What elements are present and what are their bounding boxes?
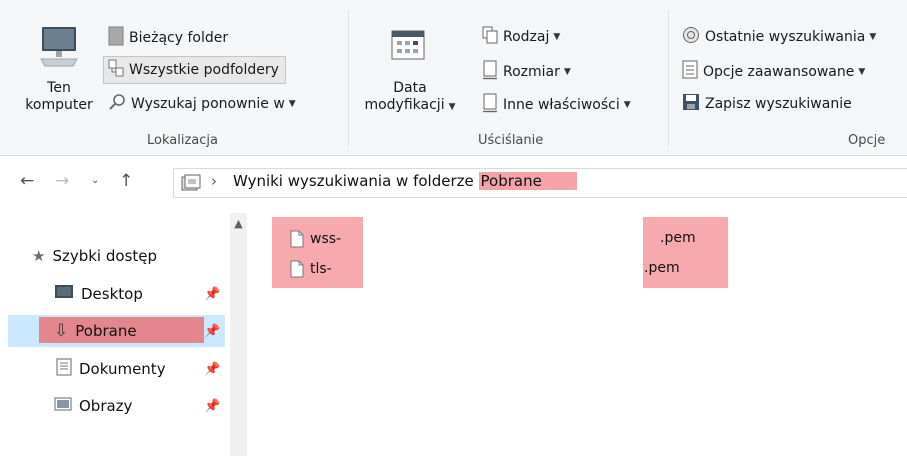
- forward-arrow-icon[interactable]: →: [55, 171, 69, 191]
- nav-item-dokumenty[interactable]: Dokumenty 📌: [0, 353, 230, 385]
- rozmiar-button[interactable]: Rozmiar ▼: [482, 60, 571, 84]
- breadcrumb[interactable]: Wyniki wyszukiwania w folderze Pobrane: [233, 172, 577, 190]
- computer-icon[interactable]: [39, 25, 79, 69]
- properties-icon: [482, 93, 498, 117]
- breadcrumb-folder[interactable]: Pobrane: [478, 172, 577, 190]
- group-label-uscislanie: Uściślanie: [478, 133, 544, 148]
- save-icon: [682, 93, 700, 115]
- advanced-options-icon: [682, 60, 698, 84]
- list-item[interactable]: tls-: [290, 260, 332, 278]
- search-results-icon: [181, 174, 203, 192]
- file-name: tls-: [310, 261, 332, 277]
- star-icon: ★: [32, 247, 46, 265]
- ostatnie-wyszukiwania-label: Ostatnie wyszukiwania: [705, 29, 866, 45]
- dropdown-arrow-icon: ▼: [858, 67, 866, 77]
- zapisz-wyszukiwanie-label: Zapisz wyszukiwanie: [705, 96, 852, 112]
- file-icon: [290, 260, 304, 278]
- pin-icon[interactable]: 📌: [204, 399, 220, 414]
- download-icon: ⇩: [54, 321, 69, 341]
- file-ext: .pem: [660, 230, 696, 246]
- group-label-lokalizacja: Lokalizacja: [147, 133, 218, 148]
- subfolders-icon: [108, 59, 124, 81]
- rodzaj-button[interactable]: Rodzaj ▼: [482, 26, 560, 48]
- nav-quick-access[interactable]: ★ Szybki dostęp: [0, 240, 230, 272]
- biezacy-folder-label: Bieżący folder: [129, 30, 229, 46]
- rozmiar-label: Rozmiar: [503, 64, 560, 80]
- nav-item-pobrane-label: Pobrane: [75, 322, 137, 340]
- dropdown-arrow-icon: ▼: [448, 102, 456, 112]
- ten-komputer-line1: Ten: [47, 80, 71, 96]
- dropdown-arrow-icon: ▼: [553, 32, 561, 42]
- nav-quick-access-label: Szybki dostęp: [52, 247, 158, 265]
- pin-icon[interactable]: 📌: [204, 362, 220, 377]
- zapisz-wyszukiwanie-button[interactable]: Zapisz wyszukiwanie: [682, 93, 852, 115]
- nav-item-desktop-label: Desktop: [81, 285, 143, 303]
- calendar-icon[interactable]: [391, 28, 425, 62]
- ostatnie-wyszukiwania-button[interactable]: Ostatnie wyszukiwania ▼: [682, 26, 876, 48]
- opcje-zaawansowane-label: Opcje zaawansowane: [703, 64, 855, 80]
- recent-locations-icon[interactable]: ⌄: [91, 171, 99, 191]
- desktop-icon: [54, 284, 74, 304]
- nav-item-dokumenty-label: Dokumenty: [79, 360, 166, 378]
- dropdown-arrow-icon: ▼: [623, 100, 631, 110]
- nav-item-pobrane[interactable]: ⇩ Pobrane 📌: [8, 315, 225, 347]
- nav-item-obrazy[interactable]: Obrazy 📌: [0, 390, 230, 422]
- wszystkie-podfoldery-label: Wszystkie podfoldery: [129, 62, 279, 78]
- wyszukaj-ponownie-label: Wyszukaj ponownie w: [131, 96, 285, 112]
- inne-wlasciwosci-button[interactable]: Inne właściwości ▼: [482, 93, 631, 117]
- group-label-opcje: Opcje: [848, 133, 886, 148]
- scroll-up-arrow-icon[interactable]: ▲: [230, 216, 247, 232]
- folder-page-icon: [108, 26, 124, 50]
- up-arrow-icon[interactable]: ↑: [119, 171, 133, 191]
- kind-icon: [482, 26, 498, 48]
- search-again-icon: [108, 93, 126, 115]
- wszystkie-podfoldery-button[interactable]: Wszystkie podfoldery: [103, 56, 286, 84]
- recent-searches-icon: [682, 26, 700, 48]
- nav-item-desktop[interactable]: Desktop 📌: [0, 278, 230, 310]
- pictures-icon: [54, 396, 72, 416]
- opcje-zaawansowane-button[interactable]: Opcje zaawansowane ▼: [682, 60, 865, 84]
- breadcrumb-text: Wyniki wyszukiwania w folderze: [233, 172, 474, 190]
- data-line2: modyfikacji: [364, 97, 445, 113]
- file-name: wss-: [310, 231, 342, 247]
- breadcrumb-separator-icon: ›: [211, 172, 217, 190]
- documents-icon: [56, 358, 72, 380]
- wyszukaj-ponownie-button[interactable]: Wyszukaj ponownie w ▼: [108, 93, 296, 115]
- file-ext-highlight: [643, 217, 728, 288]
- group-separator: [668, 10, 669, 146]
- ribbon: Ten komputer Bieżący folder Wszystkie po…: [0, 0, 907, 156]
- pin-icon[interactable]: 📌: [204, 287, 220, 302]
- back-arrow-icon[interactable]: ←: [20, 171, 34, 191]
- inne-wlasciwosci-label: Inne właściwości: [503, 97, 620, 113]
- ten-komputer-button[interactable]: Ten komputer: [14, 80, 104, 114]
- ten-komputer-line2: komputer: [25, 97, 93, 113]
- data-line1: Data: [393, 80, 427, 96]
- file-icon: [290, 230, 304, 248]
- file-ext: .pem: [644, 260, 680, 276]
- nav-item-obrazy-label: Obrazy: [79, 397, 133, 415]
- rodzaj-label: Rodzaj: [503, 29, 550, 45]
- size-icon: [482, 60, 498, 84]
- list-item[interactable]: wss-: [290, 230, 341, 248]
- data-modyfikacji-button[interactable]: Data modyfikacji ▼: [355, 80, 465, 116]
- pin-icon[interactable]: 📌: [204, 324, 220, 339]
- dropdown-arrow-icon: ▼: [288, 99, 296, 109]
- biezacy-folder-button[interactable]: Bieżący folder: [108, 26, 228, 50]
- nav-pane-scrollbar[interactable]: [230, 213, 247, 456]
- dropdown-arrow-icon: ▼: [563, 67, 571, 77]
- dropdown-arrow-icon: ▼: [869, 32, 877, 42]
- group-separator: [348, 10, 349, 146]
